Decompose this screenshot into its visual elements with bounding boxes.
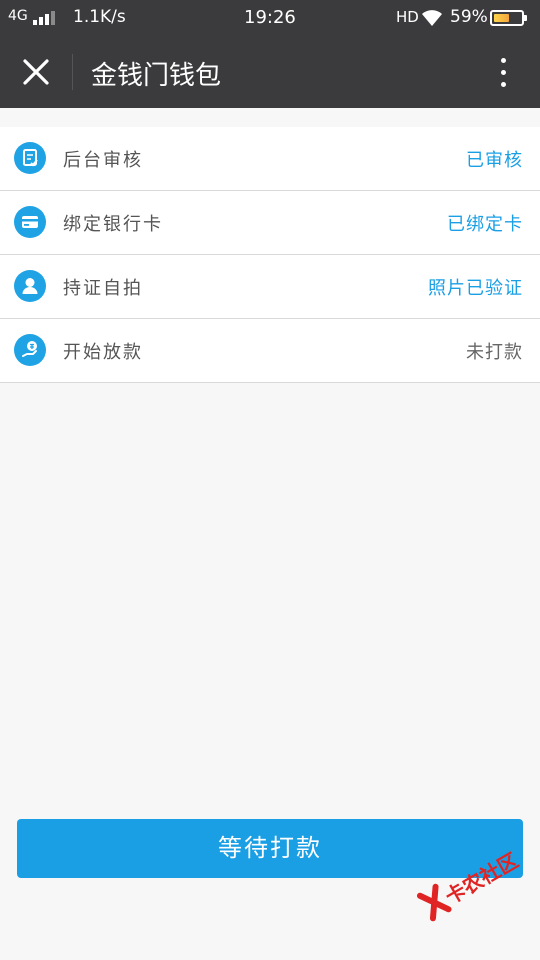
battery-icon: [490, 10, 527, 26]
close-icon: [23, 59, 49, 85]
step-label: 后台审核: [63, 150, 143, 171]
close-button[interactable]: [14, 50, 58, 94]
step-status: 照片已验证: [428, 278, 523, 299]
step-label: 持证自拍: [63, 278, 143, 299]
clock: 19:26: [244, 7, 296, 28]
list-item-bind-card: 绑定银行卡 已绑定卡: [0, 191, 540, 255]
progress-list: 后台审核 已审核 绑定银行卡 已绑定卡 持证自拍 照片已验证 开始放款 未打款: [0, 127, 540, 383]
card-icon: [14, 206, 46, 238]
list-item-review: 后台审核 已审核: [0, 127, 540, 191]
app-bar: 金钱门钱包: [0, 36, 540, 108]
money-hand-icon: [14, 334, 46, 366]
network-speed: 1.1K/s: [73, 7, 126, 27]
wifi-icon: [422, 10, 442, 26]
signal-icon: [33, 11, 59, 25]
more-vertical-icon: [501, 58, 506, 63]
step-status: 已绑定卡: [447, 214, 523, 235]
more-button[interactable]: [488, 50, 518, 94]
list-item-disburse: 开始放款 未打款: [0, 319, 540, 382]
user-icon: [14, 270, 46, 302]
step-label: 绑定银行卡: [63, 214, 163, 235]
app-bar-divider: [72, 54, 73, 90]
step-label: 开始放款: [63, 342, 143, 363]
status-bar: 4G 1.1K/s 19:26 HD 59%: [0, 0, 540, 36]
list-item-selfie: 持证自拍 照片已验证: [0, 255, 540, 319]
page-title: 金钱门钱包: [91, 61, 222, 91]
step-status: 已审核: [466, 150, 523, 171]
step-status: 未打款: [466, 342, 523, 363]
battery-fill: [494, 14, 510, 22]
network-type: 4G: [8, 8, 28, 24]
battery-percent: 59%: [450, 7, 488, 27]
review-icon: [14, 142, 46, 174]
hd-indicator: HD: [396, 8, 419, 26]
